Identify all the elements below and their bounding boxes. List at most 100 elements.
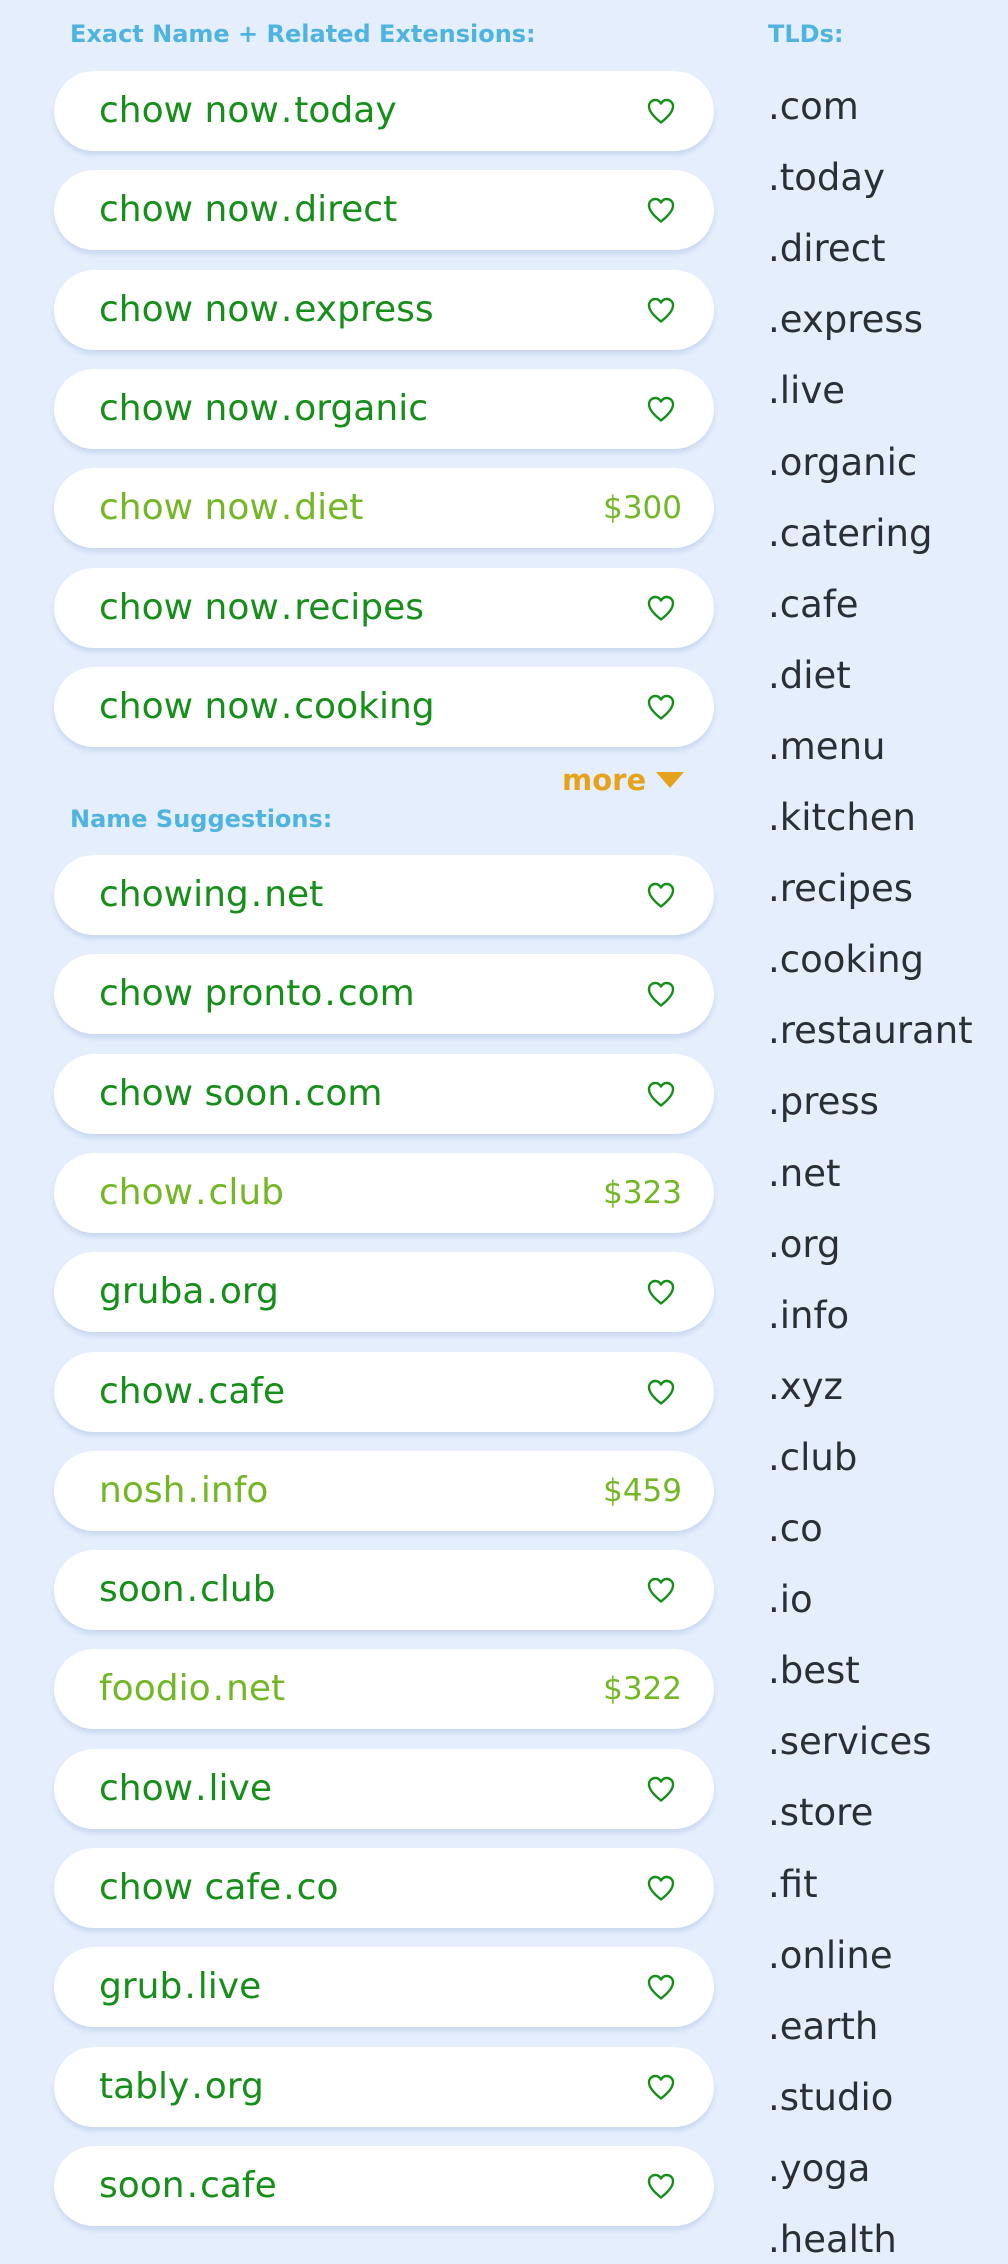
domain-row[interactable]: chow soon.com bbox=[54, 1053, 714, 1134]
domain-row[interactable]: chow.club $323 bbox=[54, 1152, 714, 1233]
domain-tld: live bbox=[197, 1966, 262, 2008]
tld-item[interactable]: .earth bbox=[768, 2003, 878, 2051]
tld-item[interactable]: .menu bbox=[768, 723, 885, 771]
tld-item[interactable]: .store bbox=[768, 1789, 873, 1837]
domain-row[interactable]: chow now.diet $300 bbox=[54, 468, 714, 549]
tld-item[interactable]: .organic bbox=[768, 439, 917, 487]
heart-outline-icon[interactable] bbox=[646, 296, 676, 324]
domain-name: chowing.net bbox=[99, 855, 323, 935]
domain-sld: chow bbox=[99, 1767, 194, 1809]
heart-outline-icon[interactable] bbox=[646, 1278, 676, 1306]
heart-outline-icon[interactable] bbox=[646, 1775, 676, 1803]
domain-name: chow.club bbox=[99, 1153, 284, 1233]
heart-outline-icon[interactable] bbox=[646, 1973, 676, 2001]
domain-row[interactable]: foodio.net $322 bbox=[54, 1649, 714, 1730]
tld-item[interactable]: .recipes bbox=[768, 865, 913, 913]
domain-row[interactable]: nosh.info $459 bbox=[54, 1450, 714, 1531]
domain-row[interactable]: chow.cafe bbox=[54, 1351, 714, 1432]
more-button[interactable]: more bbox=[562, 762, 685, 798]
domain-sld: nosh bbox=[99, 1469, 186, 1511]
tld-item[interactable]: .services bbox=[768, 1718, 932, 1766]
domain-name: chow.cafe bbox=[99, 1352, 285, 1432]
domain-row[interactable]: chow.live bbox=[54, 1748, 714, 1829]
heart-outline-icon[interactable] bbox=[646, 2073, 676, 2101]
domain-row[interactable]: chow now.cooking bbox=[54, 666, 714, 747]
domain-tld: club bbox=[208, 1171, 284, 1213]
domain-sld: chow now bbox=[99, 90, 279, 131]
heart-outline-icon[interactable] bbox=[646, 594, 676, 622]
tld-item[interactable]: .net bbox=[768, 1150, 840, 1198]
tld-item[interactable]: .org bbox=[768, 1221, 840, 1269]
tld-item[interactable]: .live bbox=[768, 367, 845, 415]
domain-dot: . bbox=[186, 1569, 199, 1611]
heart-outline-icon[interactable] bbox=[646, 1874, 676, 1902]
domain-sld: grub bbox=[99, 1966, 183, 2008]
domain-row[interactable]: chow now.today bbox=[54, 71, 714, 151]
domain-dot: . bbox=[280, 189, 293, 231]
domain-dot: . bbox=[280, 586, 293, 628]
domain-tld: net bbox=[264, 874, 324, 915]
domain-name: soon.club bbox=[99, 1550, 276, 1630]
domain-sld: chow bbox=[99, 1171, 194, 1213]
domain-row[interactable]: soon.club bbox=[54, 1550, 714, 1631]
tld-item[interactable]: .direct bbox=[768, 225, 886, 273]
tld-item[interactable]: .best bbox=[768, 1647, 860, 1695]
heart-outline-icon[interactable] bbox=[646, 2172, 676, 2200]
domain-name: tably.org bbox=[99, 2047, 264, 2127]
tld-item[interactable]: .online bbox=[768, 1932, 893, 1980]
domain-name: chow soon.com bbox=[99, 1054, 383, 1134]
domain-row[interactable]: tably.org bbox=[54, 2046, 714, 2127]
tld-item[interactable]: .restaurant bbox=[768, 1007, 973, 1055]
heart-outline-icon[interactable] bbox=[646, 97, 676, 125]
tld-item[interactable]: .fit bbox=[768, 1861, 818, 1909]
heart-outline-icon[interactable] bbox=[646, 1576, 676, 1604]
heart-outline-icon[interactable] bbox=[646, 1080, 676, 1108]
tld-item[interactable]: .io bbox=[768, 1576, 813, 1624]
domain-name: gruba.org bbox=[99, 1252, 279, 1332]
heart-outline-icon[interactable] bbox=[646, 881, 676, 909]
domain-name: chow now.diet bbox=[99, 468, 363, 548]
domain-row[interactable]: chow now.organic bbox=[54, 368, 714, 449]
domain-row[interactable]: chow now.recipes bbox=[54, 567, 714, 648]
domain-name: chow now.express bbox=[99, 270, 434, 350]
domain-dot: . bbox=[280, 288, 293, 330]
tld-item[interactable]: .yoga bbox=[768, 2145, 870, 2193]
domain-row[interactable]: chowing.net bbox=[54, 855, 714, 935]
heart-outline-icon[interactable] bbox=[646, 196, 676, 224]
tld-item[interactable]: .catering bbox=[768, 510, 932, 558]
domain-row[interactable]: soon.cafe bbox=[54, 2145, 714, 2226]
domain-row[interactable]: chow now.express bbox=[54, 269, 714, 350]
domain-name: chow pronto.com bbox=[99, 954, 415, 1034]
domain-row[interactable]: grub.live bbox=[54, 1947, 714, 2028]
tld-item[interactable]: .kitchen bbox=[768, 794, 916, 842]
tld-item[interactable]: .cooking bbox=[768, 936, 924, 984]
tld-item[interactable]: .studio bbox=[768, 2074, 893, 2122]
domain-row[interactable]: chow cafe.co bbox=[54, 1848, 714, 1928]
domain-dot: . bbox=[280, 90, 293, 131]
tld-item[interactable]: .club bbox=[768, 1434, 857, 1482]
tld-item[interactable]: .express bbox=[768, 296, 923, 344]
tld-item[interactable]: .com bbox=[768, 83, 859, 131]
tld-item[interactable]: .health bbox=[768, 2216, 897, 2264]
tld-item[interactable]: .cafe bbox=[768, 581, 859, 629]
heart-outline-icon[interactable] bbox=[646, 693, 676, 721]
domain-name: chow cafe.co bbox=[99, 1848, 338, 1928]
domain-sld: chowing bbox=[99, 874, 249, 915]
suggestions-section-title: Name Suggestions: bbox=[70, 805, 333, 833]
domain-name: chow now.recipes bbox=[99, 568, 424, 648]
tld-item[interactable]: .co bbox=[768, 1505, 823, 1553]
tld-item[interactable]: .info bbox=[768, 1292, 849, 1340]
domain-row[interactable]: chow now.direct bbox=[54, 170, 714, 251]
domain-tld: org bbox=[204, 2065, 264, 2107]
domain-row[interactable]: gruba.org bbox=[54, 1252, 714, 1333]
tld-item[interactable]: .today bbox=[768, 154, 885, 202]
domain-row[interactable]: chow pronto.com bbox=[54, 954, 714, 1035]
heart-outline-icon[interactable] bbox=[646, 1378, 676, 1406]
tld-item[interactable]: .diet bbox=[768, 652, 851, 700]
tld-item[interactable]: .xyz bbox=[768, 1363, 843, 1411]
heart-outline-icon[interactable] bbox=[646, 980, 676, 1008]
domain-sld: gruba bbox=[99, 1271, 205, 1313]
tld-item[interactable]: .press bbox=[768, 1078, 879, 1126]
domain-tld: com bbox=[337, 973, 415, 1015]
heart-outline-icon[interactable] bbox=[646, 395, 676, 423]
